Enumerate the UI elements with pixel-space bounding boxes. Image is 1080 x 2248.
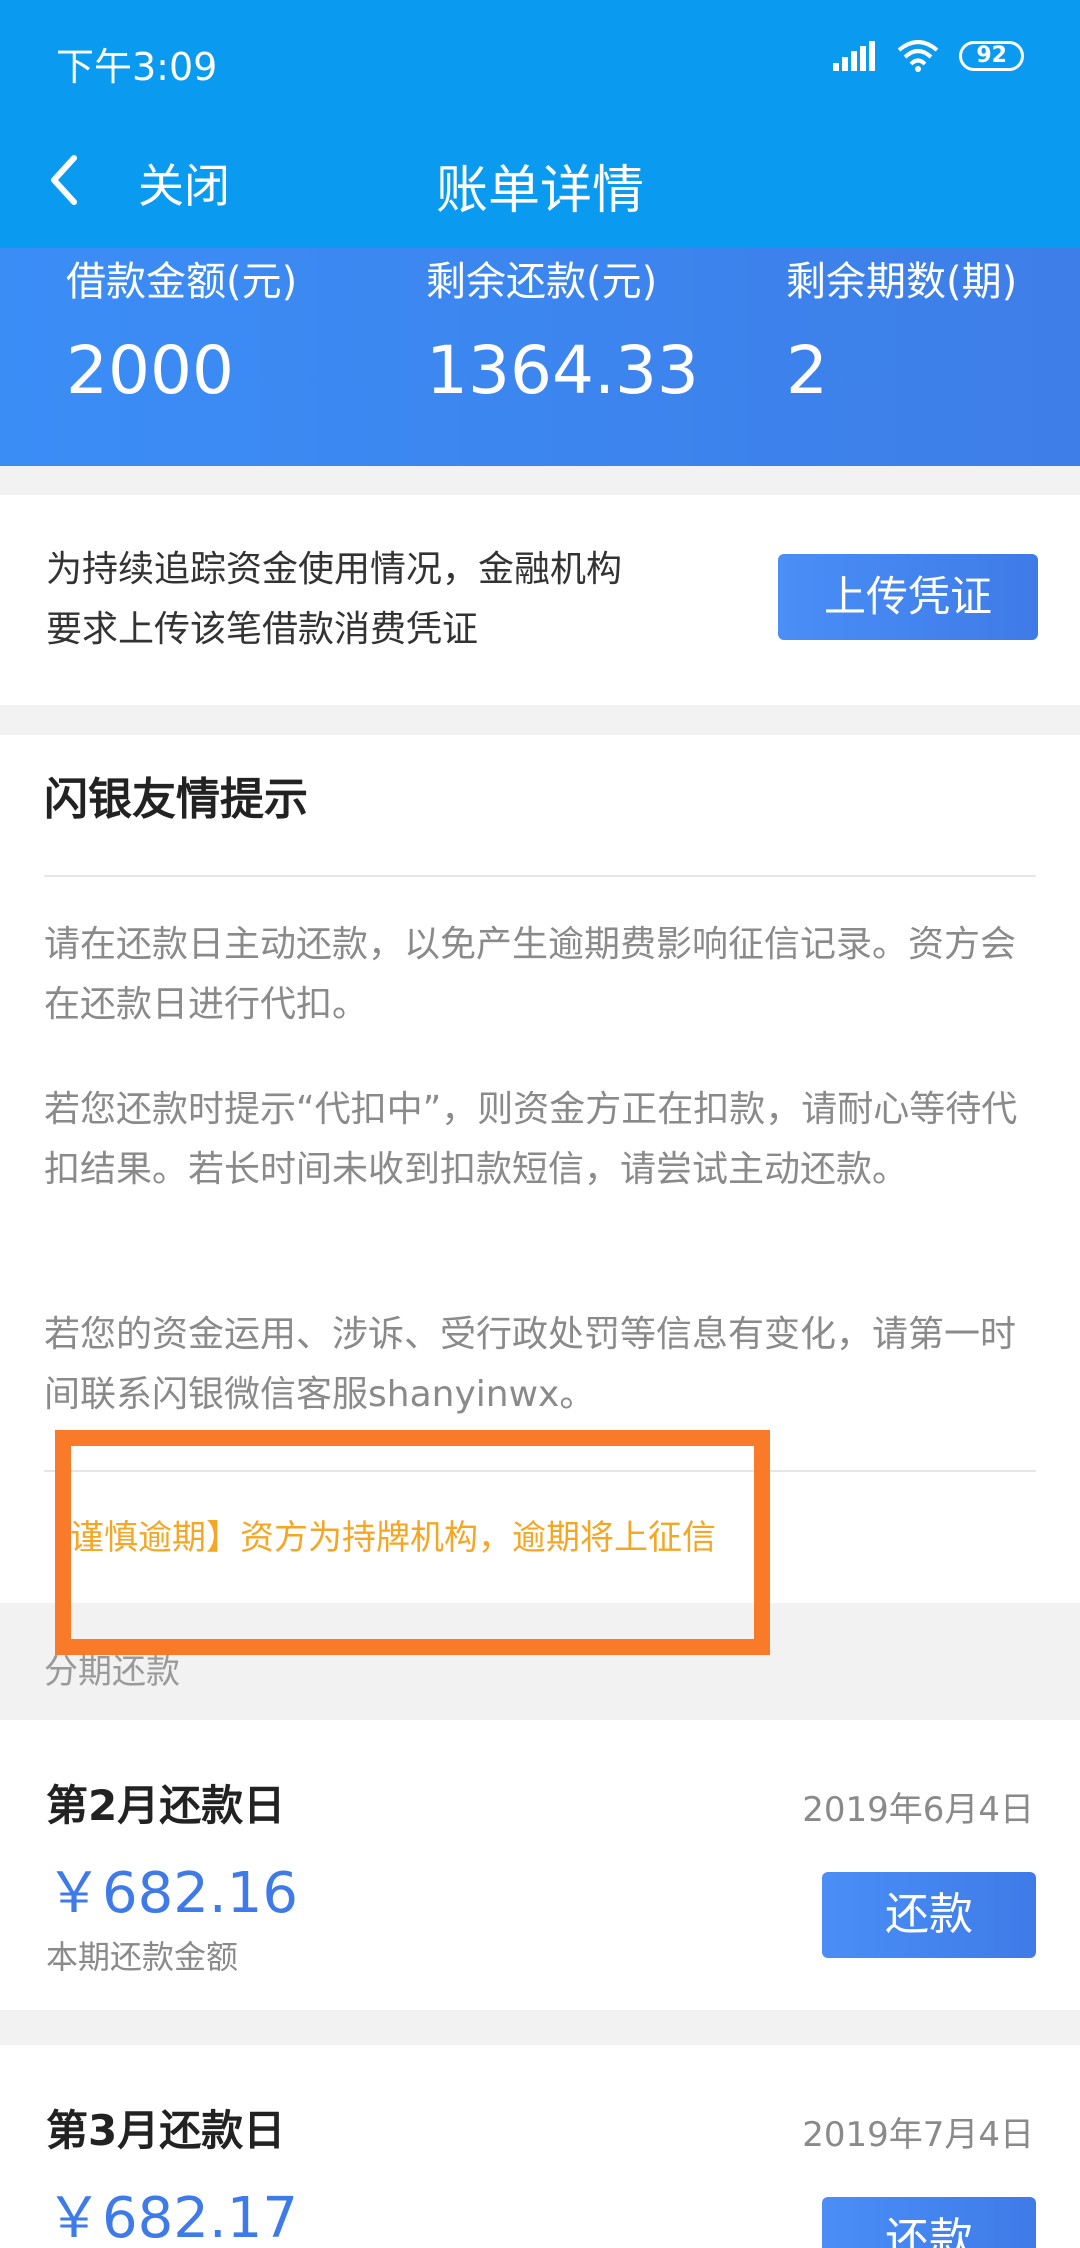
highlight-box <box>55 1430 770 1655</box>
loan-amount-value: 2000 <box>66 332 234 409</box>
installment-date: 2019年7月4日 <box>802 2115 1034 2155</box>
divider <box>44 875 1036 877</box>
remaining-repayment-label: 剩余还款(元) <box>426 259 658 305</box>
header: 下午3:09 92 关闭 账单详情 <box>0 0 1080 248</box>
loan-amount: 借款金额(元) 2000 <box>66 254 297 409</box>
remaining-periods-value: 2 <box>786 332 828 409</box>
voucher-message-line1: 为持续追踪资金使用情况，金融机构 <box>46 549 623 590</box>
installment-amount: ￥682.17 <box>46 2186 298 2248</box>
upload-voucher-button[interactable]: 上传凭证 <box>778 554 1038 640</box>
wifi-icon <box>898 40 939 72</box>
tip-paragraph-2: 若您还款时提示“代扣中”，则资金方正在扣款，请耐心等待代扣结果。若长时间未收到扣… <box>44 1089 1018 1190</box>
signal-icon <box>833 41 876 71</box>
status-bar: 下午3:09 92 <box>0 0 1080 120</box>
voucher-message-line2: 要求上传该笔借款消费凭证 <box>46 609 479 650</box>
repay-button[interactable]: 还款 <box>822 2197 1036 2248</box>
installment-name: 第2月还款日 <box>46 1781 286 1830</box>
tip-paragraph-1: 请在还款日主动还款，以免产生逾期费影响征信记录。资方会在还款日进行代扣。 <box>44 924 1017 1025</box>
installment-name: 第3月还款日 <box>46 2106 286 2155</box>
nav-bar: 关闭 账单详情 <box>0 130 1080 230</box>
installment-amount: ￥682.16 <box>46 1861 298 1926</box>
status-time: 下午3:09 <box>56 45 218 89</box>
tips-title: 闪银友情提示 <box>44 774 308 825</box>
installment-caption: 本期还款金额 <box>46 1938 239 1976</box>
installment-card: 第2月还款日 2019年6月4日 ￥682.16 本期还款金额 还款 <box>0 1720 1080 2010</box>
battery-badge: 92 <box>959 41 1024 71</box>
page-title: 账单详情 <box>435 161 644 221</box>
repay-button[interactable]: 还款 <box>822 1872 1036 1958</box>
voucher-message: 为持续追踪资金使用情况，金融机构 要求上传该笔借款消费凭证 <box>46 540 726 660</box>
loan-summary: 借款金额(元) 2000 剩余还款(元) 1364.33 剩余期数(期) 2 <box>0 248 1080 466</box>
remaining-periods-label: 剩余期数(期) <box>786 259 1018 305</box>
remaining-repayment: 剩余还款(元) 1364.33 <box>426 254 699 409</box>
loan-amount-label: 借款金额(元) <box>66 259 298 305</box>
remaining-periods: 剩余期数(期) 2 <box>786 254 1017 409</box>
installment-card: 第3月还款日 2019年7月4日 ￥682.17 还款 <box>0 2045 1080 2248</box>
remaining-repayment-value: 1364.33 <box>426 332 699 409</box>
tip-paragraph-3: 若您的资金运用、涉诉、受行政处罚等信息有变化，请第一时间联系闪银微信客服shan… <box>44 1314 1017 1415</box>
installment-date: 2019年6月4日 <box>802 1790 1034 1830</box>
status-icons: 92 <box>833 40 1024 72</box>
voucher-card: 为持续追踪资金使用情况，金融机构 要求上传该笔借款消费凭证 上传凭证 <box>0 495 1080 705</box>
